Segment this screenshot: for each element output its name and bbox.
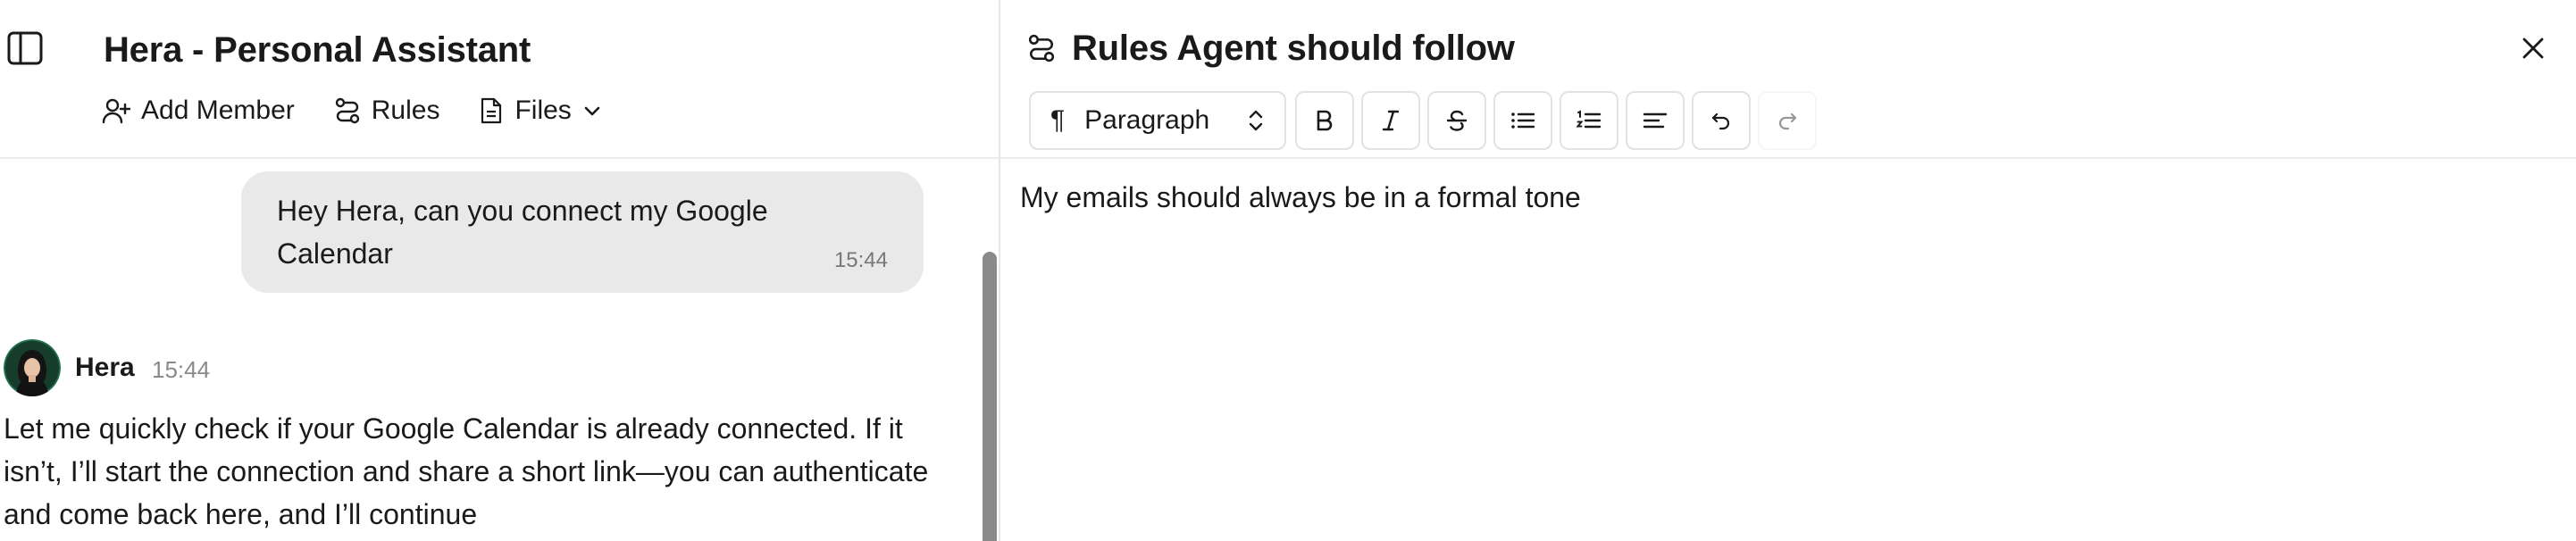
assistant-message-text: Let me quickly check if your Google Cale…: [4, 412, 929, 530]
panel-title: Rules Agent should follow: [1072, 29, 1515, 68]
rules-editor[interactable]: My emails should always be in a formal t…: [1020, 175, 2538, 220]
sidebar-toggle-button[interactable]: [7, 30, 43, 66]
redo-icon: [1778, 112, 1797, 130]
user-message-bubble: Hey Hera, can you connect my Google Cale…: [241, 171, 924, 293]
block-type-label: Paragraph: [1084, 105, 1210, 135]
user-plus-icon: [102, 98, 130, 124]
numbered-list-button[interactable]: [1560, 91, 1618, 150]
editor-toolbar: ¶ Paragraph: [1029, 91, 1824, 150]
file-icon: [481, 97, 502, 124]
user-message-text: Hey Hera, can you connect my Google Cale…: [277, 195, 768, 270]
rules-button[interactable]: Rules: [334, 93, 440, 129]
rules-panel: Rules Agent should follow ¶ Paragraph My…: [1000, 0, 2576, 541]
undo-icon: [1711, 112, 1730, 130]
block-type-select[interactable]: ¶ Paragraph: [1029, 91, 1286, 150]
bullet-list-icon: [1511, 112, 1535, 129]
chevron-down-icon: [584, 106, 600, 116]
rules-label: Rules: [371, 96, 440, 125]
undo-button[interactable]: [1692, 91, 1751, 150]
add-member-label: Add Member: [141, 96, 295, 125]
files-dropdown[interactable]: Files: [479, 93, 601, 129]
align-left-icon: [1643, 112, 1668, 129]
user-message-time: 15:44: [833, 248, 888, 272]
bold-button[interactable]: [1295, 91, 1354, 150]
numbered-list-icon: [1576, 110, 1602, 129]
redo-button[interactable]: [1758, 91, 1817, 150]
pilcrow-icon: ¶: [1050, 105, 1066, 135]
chevron-updown-icon: [1249, 110, 1263, 131]
assistant-name: Hera: [75, 353, 135, 382]
route-icon: [335, 97, 359, 124]
close-button[interactable]: [2515, 30, 2551, 66]
italic-button[interactable]: [1361, 91, 1420, 150]
add-member-button[interactable]: Add Member: [102, 93, 295, 129]
assistant-message-time: 15:44: [152, 356, 211, 383]
toolbar-divider: [1000, 157, 2576, 159]
avatar: [4, 339, 61, 396]
scrollbar-thumb[interactable]: [983, 252, 997, 541]
align-left-button[interactable]: [1626, 91, 1685, 150]
close-icon: [2522, 37, 2544, 59]
header-divider: [0, 157, 999, 159]
sidebar-icon: [7, 31, 43, 65]
italic-icon: [1382, 110, 1400, 131]
files-label: Files: [514, 96, 572, 125]
bold-icon: [1317, 110, 1333, 131]
strikethrough-button[interactable]: [1427, 91, 1486, 150]
route-icon: [1027, 34, 1056, 62]
chat-pane: Hera - Personal Assistant Add Member Rul…: [0, 0, 999, 541]
bullet-list-button[interactable]: [1493, 91, 1552, 150]
chat-actions: Add Member Rules Files: [102, 93, 641, 129]
strikethrough-icon: [1446, 110, 1468, 131]
chat-title: Hera - Personal Assistant: [104, 30, 531, 70]
